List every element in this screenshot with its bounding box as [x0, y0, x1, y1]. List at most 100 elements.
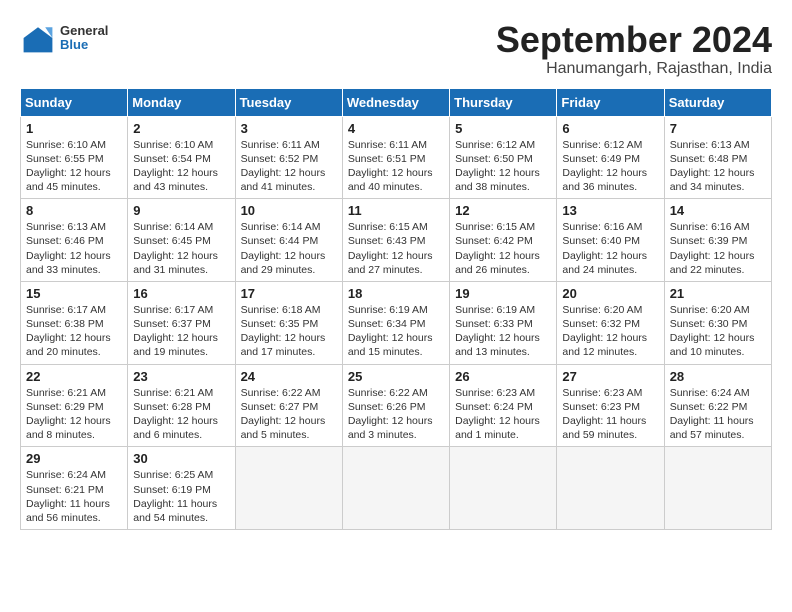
calendar-header-row: SundayMondayTuesdayWednesdayThursdayFrid… [21, 88, 772, 116]
logo-blue-text: Blue [60, 38, 108, 52]
day-number: 13 [562, 203, 658, 218]
day-number: 18 [348, 286, 444, 301]
day-detail: Sunrise: 6:24 AMSunset: 6:22 PMDaylight:… [670, 386, 766, 443]
calendar-cell: 12 Sunrise: 6:15 AMSunset: 6:42 PMDaylig… [450, 199, 557, 282]
calendar-cell: 30 Sunrise: 6:25 AMSunset: 6:19 PMDaylig… [128, 447, 235, 530]
calendar-header-wednesday: Wednesday [342, 88, 449, 116]
day-number: 21 [670, 286, 766, 301]
day-detail: Sunrise: 6:11 AMSunset: 6:51 PMDaylight:… [348, 138, 444, 195]
day-detail: Sunrise: 6:25 AMSunset: 6:19 PMDaylight:… [133, 468, 229, 525]
day-detail: Sunrise: 6:20 AMSunset: 6:30 PMDaylight:… [670, 303, 766, 360]
day-detail: Sunrise: 6:17 AMSunset: 6:37 PMDaylight:… [133, 303, 229, 360]
calendar: SundayMondayTuesdayWednesdayThursdayFrid… [20, 88, 772, 530]
calendar-cell: 16 Sunrise: 6:17 AMSunset: 6:37 PMDaylig… [128, 281, 235, 364]
day-number: 29 [26, 451, 122, 466]
day-detail: Sunrise: 6:17 AMSunset: 6:38 PMDaylight:… [26, 303, 122, 360]
calendar-cell: 18 Sunrise: 6:19 AMSunset: 6:34 PMDaylig… [342, 281, 449, 364]
day-detail: Sunrise: 6:14 AMSunset: 6:45 PMDaylight:… [133, 220, 229, 277]
day-number: 28 [670, 369, 766, 384]
day-detail: Sunrise: 6:22 AMSunset: 6:26 PMDaylight:… [348, 386, 444, 443]
day-number: 3 [241, 121, 337, 136]
calendar-header-friday: Friday [557, 88, 664, 116]
day-detail: Sunrise: 6:12 AMSunset: 6:49 PMDaylight:… [562, 138, 658, 195]
day-number: 2 [133, 121, 229, 136]
calendar-header-tuesday: Tuesday [235, 88, 342, 116]
day-number: 7 [670, 121, 766, 136]
day-detail: Sunrise: 6:16 AMSunset: 6:40 PMDaylight:… [562, 220, 658, 277]
day-detail: Sunrise: 6:14 AMSunset: 6:44 PMDaylight:… [241, 220, 337, 277]
day-number: 14 [670, 203, 766, 218]
day-detail: Sunrise: 6:23 AMSunset: 6:23 PMDaylight:… [562, 386, 658, 443]
day-number: 10 [241, 203, 337, 218]
logo-general-text: General [60, 24, 108, 38]
calendar-cell [557, 447, 664, 530]
month-title: September 2024 [496, 20, 772, 60]
day-number: 8 [26, 203, 122, 218]
calendar-week-2: 8 Sunrise: 6:13 AMSunset: 6:46 PMDayligh… [21, 199, 772, 282]
calendar-cell: 28 Sunrise: 6:24 AMSunset: 6:22 PMDaylig… [664, 364, 771, 447]
day-number: 30 [133, 451, 229, 466]
calendar-body: 1 Sunrise: 6:10 AMSunset: 6:55 PMDayligh… [21, 116, 772, 529]
calendar-cell [342, 447, 449, 530]
location: Hanumangarh, Rajasthan, India [496, 60, 772, 78]
day-number: 22 [26, 369, 122, 384]
day-detail: Sunrise: 6:21 AMSunset: 6:29 PMDaylight:… [26, 386, 122, 443]
calendar-cell: 8 Sunrise: 6:13 AMSunset: 6:46 PMDayligh… [21, 199, 128, 282]
day-detail: Sunrise: 6:20 AMSunset: 6:32 PMDaylight:… [562, 303, 658, 360]
calendar-cell [235, 447, 342, 530]
calendar-cell: 27 Sunrise: 6:23 AMSunset: 6:23 PMDaylig… [557, 364, 664, 447]
calendar-cell: 14 Sunrise: 6:16 AMSunset: 6:39 PMDaylig… [664, 199, 771, 282]
calendar-cell: 15 Sunrise: 6:17 AMSunset: 6:38 PMDaylig… [21, 281, 128, 364]
day-detail: Sunrise: 6:12 AMSunset: 6:50 PMDaylight:… [455, 138, 551, 195]
calendar-week-1: 1 Sunrise: 6:10 AMSunset: 6:55 PMDayligh… [21, 116, 772, 199]
day-number: 15 [26, 286, 122, 301]
day-detail: Sunrise: 6:19 AMSunset: 6:34 PMDaylight:… [348, 303, 444, 360]
calendar-cell [664, 447, 771, 530]
calendar-week-3: 15 Sunrise: 6:17 AMSunset: 6:38 PMDaylig… [21, 281, 772, 364]
calendar-cell: 25 Sunrise: 6:22 AMSunset: 6:26 PMDaylig… [342, 364, 449, 447]
calendar-cell: 6 Sunrise: 6:12 AMSunset: 6:49 PMDayligh… [557, 116, 664, 199]
calendar-cell: 19 Sunrise: 6:19 AMSunset: 6:33 PMDaylig… [450, 281, 557, 364]
calendar-cell: 1 Sunrise: 6:10 AMSunset: 6:55 PMDayligh… [21, 116, 128, 199]
calendar-cell: 26 Sunrise: 6:23 AMSunset: 6:24 PMDaylig… [450, 364, 557, 447]
title-area: September 2024 Hanumangarh, Rajasthan, I… [496, 20, 772, 78]
day-number: 25 [348, 369, 444, 384]
day-number: 16 [133, 286, 229, 301]
logo-text: General Blue [60, 24, 108, 53]
day-number: 1 [26, 121, 122, 136]
calendar-cell: 17 Sunrise: 6:18 AMSunset: 6:35 PMDaylig… [235, 281, 342, 364]
calendar-cell: 22 Sunrise: 6:21 AMSunset: 6:29 PMDaylig… [21, 364, 128, 447]
calendar-cell: 24 Sunrise: 6:22 AMSunset: 6:27 PMDaylig… [235, 364, 342, 447]
calendar-cell: 9 Sunrise: 6:14 AMSunset: 6:45 PMDayligh… [128, 199, 235, 282]
day-number: 17 [241, 286, 337, 301]
calendar-header-thursday: Thursday [450, 88, 557, 116]
calendar-week-4: 22 Sunrise: 6:21 AMSunset: 6:29 PMDaylig… [21, 364, 772, 447]
day-number: 6 [562, 121, 658, 136]
calendar-cell: 20 Sunrise: 6:20 AMSunset: 6:32 PMDaylig… [557, 281, 664, 364]
day-detail: Sunrise: 6:23 AMSunset: 6:24 PMDaylight:… [455, 386, 551, 443]
day-number: 20 [562, 286, 658, 301]
calendar-header-saturday: Saturday [664, 88, 771, 116]
logo: General Blue [20, 20, 108, 56]
day-number: 12 [455, 203, 551, 218]
day-detail: Sunrise: 6:21 AMSunset: 6:28 PMDaylight:… [133, 386, 229, 443]
day-detail: Sunrise: 6:13 AMSunset: 6:48 PMDaylight:… [670, 138, 766, 195]
day-number: 24 [241, 369, 337, 384]
day-detail: Sunrise: 6:10 AMSunset: 6:55 PMDaylight:… [26, 138, 122, 195]
day-detail: Sunrise: 6:13 AMSunset: 6:46 PMDaylight:… [26, 220, 122, 277]
calendar-cell: 3 Sunrise: 6:11 AMSunset: 6:52 PMDayligh… [235, 116, 342, 199]
calendar-cell: 29 Sunrise: 6:24 AMSunset: 6:21 PMDaylig… [21, 447, 128, 530]
day-detail: Sunrise: 6:10 AMSunset: 6:54 PMDaylight:… [133, 138, 229, 195]
logo-icon [20, 20, 56, 56]
calendar-cell: 10 Sunrise: 6:14 AMSunset: 6:44 PMDaylig… [235, 199, 342, 282]
calendar-header-sunday: Sunday [21, 88, 128, 116]
day-detail: Sunrise: 6:11 AMSunset: 6:52 PMDaylight:… [241, 138, 337, 195]
day-detail: Sunrise: 6:16 AMSunset: 6:39 PMDaylight:… [670, 220, 766, 277]
day-detail: Sunrise: 6:15 AMSunset: 6:42 PMDaylight:… [455, 220, 551, 277]
day-number: 11 [348, 203, 444, 218]
day-detail: Sunrise: 6:19 AMSunset: 6:33 PMDaylight:… [455, 303, 551, 360]
day-detail: Sunrise: 6:18 AMSunset: 6:35 PMDaylight:… [241, 303, 337, 360]
day-detail: Sunrise: 6:15 AMSunset: 6:43 PMDaylight:… [348, 220, 444, 277]
calendar-cell: 21 Sunrise: 6:20 AMSunset: 6:30 PMDaylig… [664, 281, 771, 364]
day-number: 19 [455, 286, 551, 301]
